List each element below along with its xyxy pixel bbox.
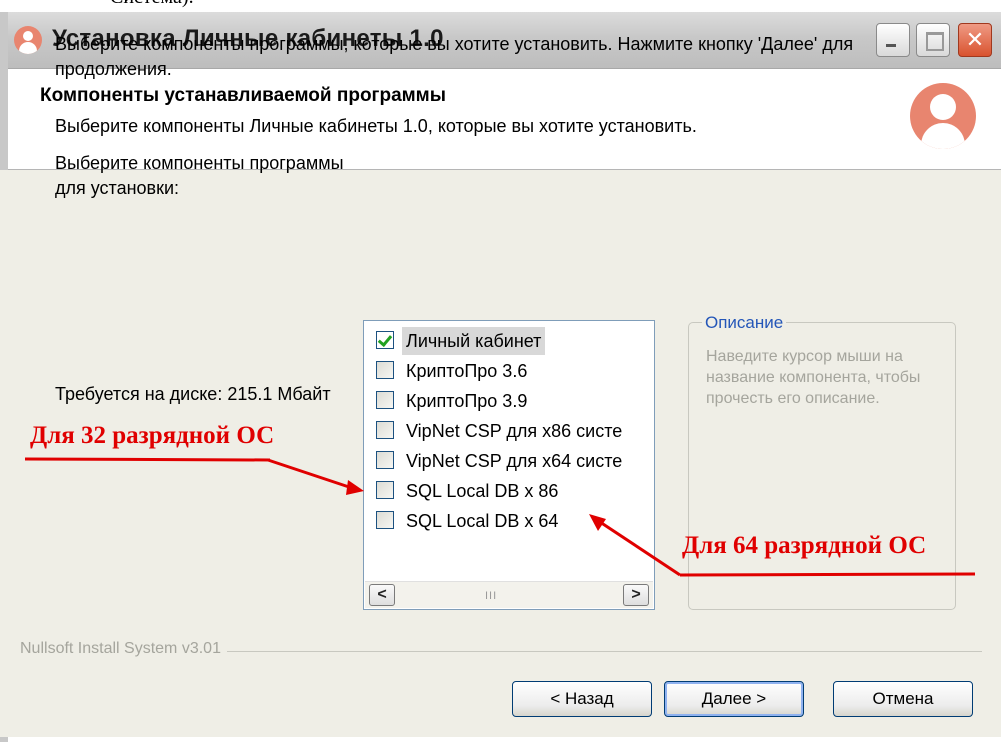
component-label: Личный кабинет xyxy=(402,327,546,355)
intro-text: Выберите компоненты программы, которые в… xyxy=(55,34,854,79)
close-button[interactable]: ✕ xyxy=(958,23,992,57)
component-label: SQL Local DB x 64 xyxy=(406,511,559,531)
close-icon: ✕ xyxy=(965,27,985,52)
annotation-64bit: Для 64 разрядной ОС xyxy=(682,532,927,559)
checkbox[interactable] xyxy=(376,451,394,469)
component-label: VipNet CSP для x86 систе xyxy=(406,421,623,441)
checkbox[interactable] xyxy=(376,511,394,529)
description-text: Наведите курсор мыши на название компоне… xyxy=(706,348,921,407)
component-label: VipNet CSP для x64 систе xyxy=(406,451,623,471)
checkbox[interactable] xyxy=(376,421,394,439)
installer-user-icon xyxy=(14,26,42,54)
page-title: Компоненты устанавливаемой программы xyxy=(40,85,446,106)
scroll-right-button[interactable]: > xyxy=(623,584,649,606)
annotation-32bit: Для 32 разрядной ОС xyxy=(30,422,275,449)
next-button[interactable]: Далее > xyxy=(664,681,804,717)
nsis-brand: Nullsoft Install System v3.01 xyxy=(20,640,227,658)
installer-window: Установка Личные кабинеты 1.0 ✕ Компонен… xyxy=(0,0,1001,742)
cancel-button[interactable]: Отмена xyxy=(833,681,973,717)
checkbox-checked[interactable] xyxy=(376,331,394,349)
header-user-icon xyxy=(910,83,976,149)
component-label: КриптоПро 3.6 xyxy=(406,361,528,381)
horizontal-scrollbar[interactable]: < III > xyxy=(365,581,653,608)
scroll-grip-icon[interactable]: III xyxy=(485,590,497,602)
checkbox[interactable] xyxy=(376,361,394,379)
checkbox[interactable] xyxy=(376,391,394,409)
scroll-left-button[interactable]: < xyxy=(369,584,395,606)
description-legend: Описание xyxy=(702,313,787,333)
select-components-label: Выберите компоненты программы для устано… xyxy=(55,153,344,198)
checkbox[interactable] xyxy=(376,481,394,499)
component-label: КриптоПро 3.9 xyxy=(406,391,528,411)
component-label: SQL Local DB x 86 xyxy=(406,481,559,501)
disk-space-label: Требуется на диске: 215.1 Мбайт xyxy=(55,384,331,404)
components-list[interactable]: Личный кабинет КриптоПро 3.6 КриптоПро 3… xyxy=(363,320,655,610)
back-button[interactable]: < Назад xyxy=(512,681,652,717)
page-subtitle: Выберите компоненты Личные кабинеты 1.0,… xyxy=(55,116,697,136)
